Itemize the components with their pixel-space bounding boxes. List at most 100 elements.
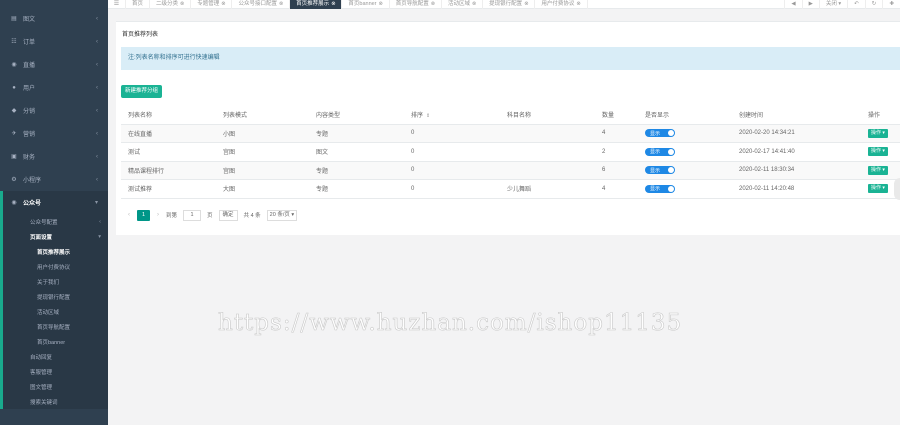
cell-name[interactable]: 测试	[121, 142, 216, 162]
goto-page-input[interactable]: 1	[183, 209, 202, 221]
sidebar-item-5[interactable]: ✈ 营销 ‹	[0, 122, 108, 145]
chevron-left-icon: ‹	[96, 61, 98, 68]
column-header: 操作	[861, 106, 900, 125]
cell-type: 图文	[309, 142, 404, 162]
scroll-left-icon[interactable]: ◀	[784, 0, 801, 9]
show-toggle[interactable]: 显示	[645, 147, 675, 156]
close-icon[interactable]: ⊗	[524, 1, 528, 7]
menu-toggle-icon[interactable]: ☰	[108, 0, 126, 9]
sidebar-item-3[interactable]: ● 用户 ‹	[0, 76, 108, 99]
cell-name[interactable]: 在线直播	[121, 124, 216, 143]
sidebar-subsub-6[interactable]: 首页banner	[3, 334, 108, 349]
close-menu-button[interactable]: 关闭 ▾	[818, 0, 847, 9]
sidebar-sub-0[interactable]: 公众号配置 ‹	[3, 214, 108, 229]
tab-2[interactable]: 专题管理 ⊗	[191, 0, 233, 9]
sidebar-subsub-3[interactable]: 提现银行配置	[3, 289, 108, 304]
sort-icon[interactable]: ⇕	[426, 113, 430, 119]
next-page-button[interactable]: ›	[153, 212, 163, 218]
current-page[interactable]: 1	[137, 209, 150, 221]
tab-5[interactable]: 首页banner ⊗	[342, 0, 390, 9]
page-size-select[interactable]: 20 条/页 ▾	[266, 209, 298, 221]
cell-name[interactable]: 测试推荐	[121, 179, 216, 199]
row-action-button[interactable]: 操作 ▾	[868, 184, 888, 194]
close-icon[interactable]: ⊗	[379, 1, 383, 7]
sidebar-item-7[interactable]: ⚙ 小程序 ‹	[0, 168, 108, 191]
sidebar-subsub-1[interactable]: 用户付费协议	[3, 259, 108, 274]
sidebar-sub-1[interactable]: 页面设置 ▾	[3, 229, 108, 244]
side-scroll-handle[interactable]	[894, 178, 900, 200]
sidebar-group-wechat: ◉ 公众号 ▾ 公众号配置 ‹ 页面设置 ▾ 首页推荐展示 用户付费协议 关于我们 提现银行配…	[0, 191, 108, 409]
tab-7[interactable]: 活动区域 ⊗	[442, 0, 484, 9]
sidebar-item-2[interactable]: ◉ 直播 ‹	[0, 53, 108, 76]
cell-mode: 宫图	[216, 142, 309, 162]
tab-0[interactable]: 首页	[126, 0, 151, 9]
show-toggle[interactable]: 显示	[645, 184, 675, 193]
goto-confirm-button[interactable]: 确定	[218, 209, 238, 221]
sidebar-sub-3[interactable]: 客服管理	[3, 364, 108, 379]
total-count: 共 4 条	[243, 213, 261, 219]
refresh-icon[interactable]: ↻	[864, 0, 883, 9]
prev-page-button[interactable]: ‹	[124, 212, 134, 218]
sidebar-item-icon: ◆	[11, 108, 17, 114]
tab-1[interactable]: 二级分类 ⊗	[150, 0, 192, 9]
cell-sort[interactable]: 0	[404, 142, 500, 162]
cell-name[interactable]: 精品课程排行	[121, 161, 216, 180]
column-header: 数量	[595, 106, 638, 125]
sidebar-sub-2[interactable]: 自动回复	[3, 349, 108, 364]
column-header-label: 排序	[411, 113, 424, 120]
close-icon[interactable]: ⊗	[472, 1, 476, 7]
close-icon[interactable]: ⊗	[279, 1, 283, 7]
tab-3[interactable]: 公众号接口配置 ⊗	[232, 0, 291, 9]
column-header-label: 是否显示	[645, 113, 670, 120]
sidebar-item-wechat[interactable]: ◉ 公众号 ▾	[3, 191, 108, 214]
row-action-button[interactable]: 操作 ▾	[868, 165, 888, 175]
sidebar-item-1[interactable]: ☷ 订单 ‹	[0, 30, 108, 53]
close-icon[interactable]: ⊗	[331, 1, 335, 7]
close-icon[interactable]: ⊗	[431, 1, 435, 7]
toggle-label: 显示	[650, 186, 661, 193]
sidebar-sub-label: 公众号配置	[30, 219, 58, 226]
sidebar-sub-label: 自动回复	[30, 354, 53, 361]
close-icon[interactable]: ⊗	[180, 1, 184, 7]
scroll-right-icon[interactable]: ▶	[801, 0, 819, 9]
column-header[interactable]: 排序 ⇕	[404, 106, 500, 125]
sidebar-subsub-0[interactable]: 首页推荐展示	[3, 244, 108, 259]
row-action-button[interactable]: 操作 ▾	[868, 147, 888, 157]
tab-4[interactable]: 首页推荐展示 ⊗	[290, 0, 343, 9]
cell-sort[interactable]: 0	[404, 179, 500, 199]
cell-time: 2020-02-11 18:30:34	[732, 161, 861, 180]
show-toggle[interactable]: 显示	[645, 129, 675, 138]
row-action-button[interactable]: 操作 ▾	[868, 128, 888, 138]
chevron-left-icon: ‹	[96, 38, 98, 45]
column-header-label: 列表模式	[223, 113, 248, 120]
column-header: 列表名称	[121, 106, 216, 125]
new-recommend-group-button[interactable]: 新建推荐分组	[121, 85, 163, 98]
tab-9[interactable]: 用户付费协议 ⊗	[535, 0, 588, 9]
sidebar-sub-label: 搜索关键词	[30, 399, 58, 406]
sidebar-sub-4[interactable]: 图文管理	[3, 379, 108, 394]
close-icon[interactable]: ⊗	[221, 1, 225, 7]
recommend-table: 列表名称 列表模式 内容类型 排序 ⇕ 科目名称 数量 是否显示 创建时间 操作 在线直播 小图 专题…	[121, 106, 900, 199]
tab-8[interactable]: 提现银行配置 ⊗	[483, 0, 536, 9]
tab-6[interactable]: 首页导航配置 ⊗	[390, 0, 442, 9]
sidebar-subsub-4[interactable]: 活动区域	[3, 304, 108, 319]
sidebar-subsub-5[interactable]: 首页导航配置	[3, 319, 108, 334]
sidebar-item-icon: ▤	[11, 16, 17, 22]
fullscreen-icon[interactable]: ✚	[882, 0, 900, 9]
sidebar-sub-5[interactable]: 搜索关键词	[3, 394, 108, 409]
show-toggle[interactable]: 显示	[645, 166, 675, 175]
close-icon[interactable]: ⊗	[576, 1, 580, 7]
table-row: 测试 宫图 图文 0 2 显示 2020-02-17 14:41:40 操作 ▾	[121, 142, 900, 162]
sidebar-item-4[interactable]: ◆ 分销 ‹	[0, 99, 108, 122]
sidebar-item-label: 小程序	[23, 178, 42, 184]
sidebar-item-0[interactable]: ▤ 图文 ‹	[0, 7, 108, 30]
cell-sort[interactable]: 0	[404, 124, 500, 143]
page-unit-label: 页	[207, 213, 213, 219]
tab-label: 首页banner	[348, 0, 377, 7]
cell-sort[interactable]: 0	[404, 161, 500, 180]
sidebar-subsub-2[interactable]: 关于我们	[3, 274, 108, 289]
sidebar-item-icon: ●	[12, 84, 16, 91]
content-panel: 首页推荐列表 注:列表名称和排序可进行快速编辑 新建推荐分组 列表名称 列表模式 内…	[116, 21, 900, 235]
sidebar-item-6[interactable]: ▣ 财务 ‹	[0, 145, 108, 168]
undo-icon[interactable]: ↶	[847, 0, 865, 9]
